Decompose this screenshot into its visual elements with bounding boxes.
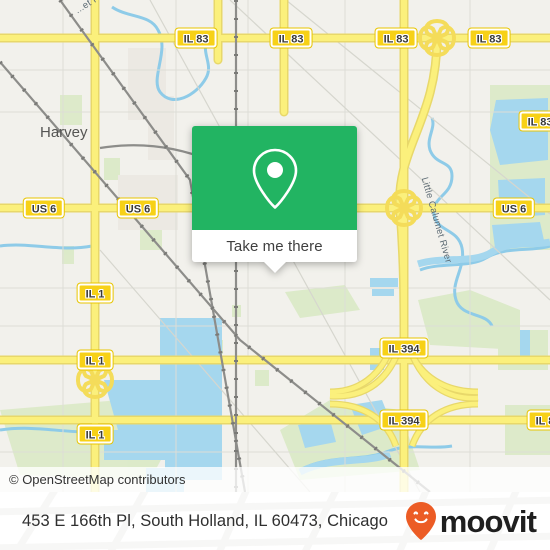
map-pin-icon: [252, 148, 297, 209]
moovit-wordmark: moovit: [439, 503, 537, 539]
take-me-there-button[interactable]: Take me there: [192, 230, 357, 273]
shield-il-83-2[interactable]: IL 83: [270, 28, 312, 48]
shield-il-1-1[interactable]: IL 1: [77, 283, 113, 303]
shield-il-394-2[interactable]: IL 394: [380, 410, 428, 430]
city-label-harvey: Harvey: [40, 124, 88, 141]
shield-il-1-3[interactable]: IL 1: [77, 424, 113, 444]
shield-il-83-4[interactable]: IL 83: [468, 28, 510, 48]
location-callout-card[interactable]: Take me there: [192, 126, 357, 273]
moovit-logo[interactable]: moovit: [404, 501, 537, 541]
footer-bar: 453 E 166th Pl, South Holland, IL 60473,…: [0, 492, 550, 550]
shield-il-83-3[interactable]: IL 83: [375, 28, 417, 48]
callout-image-area: [192, 126, 357, 230]
map-screenshot: Harvey ...et River Little Calumet River …: [0, 0, 550, 550]
shield-il-8[interactable]: IL 8: [527, 410, 550, 430]
shield-us-6-2[interactable]: US 6: [117, 198, 159, 218]
shield-il-1-2[interactable]: IL 1: [77, 350, 113, 370]
osm-attribution[interactable]: © OpenStreetMap contributors: [0, 467, 550, 492]
shield-us-6-1[interactable]: US 6: [23, 198, 65, 218]
shield-il-83-5[interactable]: IL 83: [519, 111, 550, 131]
moovit-pin-smiley-icon: [405, 502, 436, 540]
shield-il-83-1[interactable]: IL 83: [175, 28, 217, 48]
shield-il-394-1[interactable]: IL 394: [380, 338, 428, 358]
callout-pointer-tail: [263, 262, 286, 273]
shield-us-6-3[interactable]: US 6: [493, 198, 535, 218]
take-me-there-label: Take me there: [226, 237, 323, 255]
address-text: 453 E 166th Pl, South Holland, IL 60473,…: [22, 511, 388, 530]
